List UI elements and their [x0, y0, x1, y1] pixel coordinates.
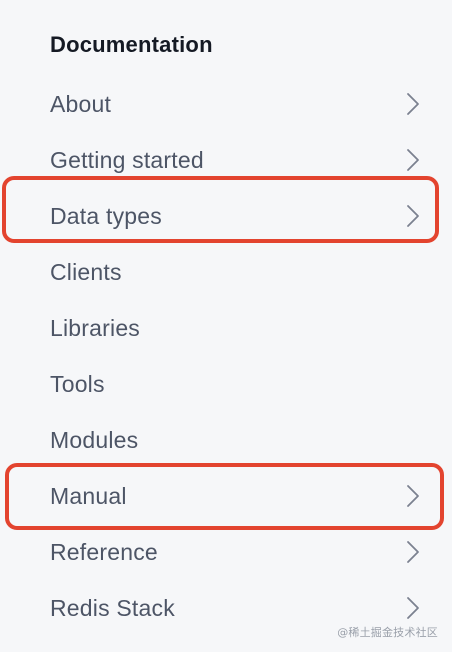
sidebar-item-label: Tools [50, 370, 105, 397]
sidebar-item-label: Getting started [50, 146, 204, 173]
sidebar-item-clients[interactable]: Clients [50, 244, 420, 300]
sidebar-item-label: Reference [50, 538, 158, 565]
chevron-right-icon [406, 540, 420, 564]
sidebar-item-label: Redis Stack [50, 594, 175, 621]
highlight-box-data-types [2, 176, 439, 243]
documentation-sidebar: Documentation About Getting started Data… [0, 0, 452, 652]
sidebar-item-label: Clients [50, 258, 122, 285]
sidebar-item-label: About [50, 90, 112, 117]
highlight-box-manual [5, 463, 444, 530]
sidebar-item-about[interactable]: About [50, 76, 420, 132]
sidebar-item-modules[interactable]: Modules [50, 412, 420, 468]
sidebar-item-tools[interactable]: Tools [50, 356, 420, 412]
sidebar-item-libraries[interactable]: Libraries [50, 300, 420, 356]
sidebar-item-label: Modules [50, 426, 139, 453]
sidebar-item-label: Libraries [50, 314, 141, 341]
chevron-right-icon [406, 148, 420, 172]
section-title: Documentation [50, 32, 213, 57]
watermark-text: @稀土掘金技术社区 [337, 626, 438, 639]
chevron-right-icon [406, 596, 420, 620]
sidebar-item-reference[interactable]: Reference [50, 524, 420, 580]
chevron-right-icon [406, 92, 420, 116]
